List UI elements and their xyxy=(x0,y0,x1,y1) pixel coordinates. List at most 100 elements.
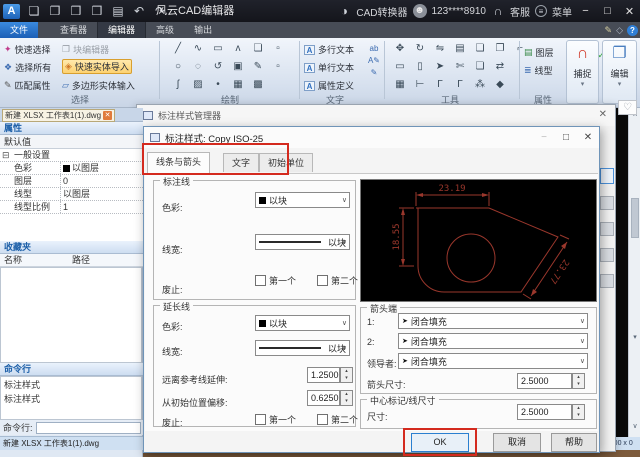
ext-suppress-first-checkbox[interactable]: 第一个 xyxy=(255,413,296,426)
arrow-size-spinner[interactable]: ▴ ▾ xyxy=(572,373,585,389)
cancel-button[interactable]: 取消 xyxy=(493,433,541,452)
ext-offset-input[interactable]: 0.6250 xyxy=(307,390,340,406)
property-row-linetype[interactable]: 线型 以图层 xyxy=(0,188,143,201)
manager-button-stub[interactable] xyxy=(600,274,614,288)
app-logo-icon[interactable]: A xyxy=(3,4,20,19)
mtext-button[interactable]: A 多行文本 xyxy=(304,43,354,56)
ext-extend-spinner[interactable]: ▴ ▾ xyxy=(340,367,353,383)
draw-tool-icon[interactable]: ▫ xyxy=(270,43,286,54)
draw-tool-icon[interactable]: ○ xyxy=(170,61,186,72)
customer-service-icon[interactable]: ∩ xyxy=(491,4,505,18)
pin-icon[interactable]: ▾ xyxy=(629,333,640,341)
tab-output[interactable]: 输出 xyxy=(184,22,222,38)
text-tool-icon[interactable]: ✎ xyxy=(366,68,382,77)
select-all-button[interactable]: ❖ 选择所有 xyxy=(4,60,51,75)
attribute-define-button[interactable]: A 属性定义 xyxy=(304,79,354,92)
tab-lines-arrows[interactable]: 线条与箭头 xyxy=(147,152,210,173)
tab-text[interactable]: 文字 xyxy=(223,153,259,172)
polygon-entity-input-button[interactable]: ▱ 多边形实体输入 xyxy=(62,78,135,93)
new-file-icon[interactable]: ❏ xyxy=(27,4,41,18)
tab-primary-units[interactable]: 初始单位 xyxy=(259,153,313,172)
ok-button[interactable]: OK xyxy=(411,433,469,452)
default-value-row[interactable]: 默认值 xyxy=(0,135,143,149)
draw-tool-icon[interactable]: ʃ xyxy=(170,79,186,90)
draw-tool-icon[interactable]: ╱ xyxy=(170,43,186,54)
spin-down-icon[interactable]: ▾ xyxy=(577,412,580,418)
spin-up-icon[interactable]: ▴ xyxy=(577,405,580,411)
tool-icon[interactable]: ✥ xyxy=(392,43,408,54)
arrow-size-input[interactable]: 2.5000 xyxy=(517,373,572,389)
favorites-col-name[interactable]: 名称 xyxy=(4,254,22,267)
customer-service-label[interactable]: 客服 xyxy=(510,4,530,19)
help-button[interactable]: 帮助 xyxy=(551,433,597,452)
tab-file[interactable]: 文件 xyxy=(0,22,38,38)
collapse-icon[interactable]: ⊟ xyxy=(2,149,10,162)
text-tool-icon[interactable]: ab xyxy=(366,44,382,53)
ext-suppress-second-checkbox[interactable]: 第二个 xyxy=(317,413,358,426)
tool-icon[interactable]: ▦ xyxy=(392,79,408,90)
dialog-title-bar[interactable]: 标注样式: Copy ISO-25 − □ ✕ xyxy=(144,127,599,148)
draw-tool-icon[interactable]: ↺ xyxy=(210,61,226,72)
favorites-list[interactable] xyxy=(0,267,142,363)
draw-tool-icon[interactable]: • xyxy=(210,79,226,90)
menu-icon[interactable]: ≡ xyxy=(535,5,547,17)
text-tool-icon[interactable]: A✎ xyxy=(366,56,382,65)
ext-offset-spinner[interactable]: ▴ ▾ xyxy=(340,390,353,406)
block-editor-button[interactable]: ❐ 块编辑器 xyxy=(62,42,109,57)
dim-suppress-first-checkbox[interactable]: 第一个 xyxy=(255,274,296,287)
snap-dropdown-icon[interactable]: ▾ xyxy=(567,80,598,88)
property-row-layer[interactable]: 图层 0 xyxy=(0,175,143,188)
edit-dropdown-icon[interactable]: ▾ xyxy=(603,80,636,88)
tab-editor[interactable]: 编辑器 xyxy=(97,22,146,38)
draw-tool-icon[interactable]: ▣ xyxy=(230,61,246,72)
draw-tool-icon[interactable]: ▭ xyxy=(210,43,226,54)
arrow-first-select[interactable]: ➤ 闭合填充 ∨ xyxy=(398,313,588,329)
match-properties-button[interactable]: ✎ 匹配属性 xyxy=(4,78,51,93)
draw-tool-icon[interactable]: ∿ xyxy=(190,43,206,54)
tool-icon[interactable]: ❏ xyxy=(472,61,488,72)
spin-up-icon[interactable]: ▴ xyxy=(577,374,580,380)
tool-icon[interactable]: ➤ xyxy=(432,61,448,72)
spin-down-icon[interactable]: ▾ xyxy=(577,381,580,387)
close-button[interactable]: ✕ xyxy=(621,5,638,18)
tool-icon[interactable]: ⇄ xyxy=(492,61,508,72)
dim-color-select[interactable]: 以块 ∨ xyxy=(255,192,350,208)
document-tab[interactable]: 新建 XLSX 工作表1(1).dwg ✕ xyxy=(2,109,115,122)
cad-converter-icon[interactable]: ◑ xyxy=(337,4,351,18)
scroll-down-arrow[interactable]: ∨ xyxy=(629,422,640,430)
user-avatar[interactable]: ☻ xyxy=(413,4,427,18)
leader-select[interactable]: ➤ 闭合填充 ∨ xyxy=(398,353,588,369)
manager-title-bar[interactable]: 标注样式管理器 ✕ xyxy=(137,105,615,126)
undo-icon[interactable]: ↶ xyxy=(132,4,146,18)
spin-down-icon[interactable]: ▾ xyxy=(345,398,348,404)
center-size-input[interactable]: 2.5000 xyxy=(517,404,572,420)
tool-icon[interactable]: ⁂ xyxy=(472,79,488,90)
menu-label[interactable]: 菜单 xyxy=(552,4,572,19)
manager-button-stub[interactable] xyxy=(600,168,614,184)
ext-extend-input[interactable]: 1.2500 xyxy=(307,367,340,383)
dim-suppress-second-checkbox[interactable]: 第二个 xyxy=(317,274,358,287)
property-row-color[interactable]: 色彩 以图层 xyxy=(0,162,143,175)
tool-icon[interactable]: ▤ xyxy=(452,43,468,54)
spin-up-icon[interactable]: ▴ xyxy=(345,391,348,397)
center-size-spinner[interactable]: ▴ ▾ xyxy=(572,404,585,420)
print-icon[interactable]: ▤ xyxy=(111,4,125,18)
tool-icon[interactable]: ❐ xyxy=(492,43,508,54)
tool-icon[interactable]: ⇋ xyxy=(432,43,448,54)
document-tab-close-icon[interactable]: ✕ xyxy=(103,111,112,120)
quick-entity-import-button[interactable]: ◈ 快速实体导入 xyxy=(62,59,132,74)
ext-weight-select[interactable]: 以块 ∨ xyxy=(255,340,350,356)
quick-style-icon[interactable]: ✎ xyxy=(605,25,613,36)
favorites-col-path[interactable]: 路径 xyxy=(72,254,90,267)
layer-button[interactable]: ▤ 图层 xyxy=(524,46,554,59)
maximize-button[interactable]: □ xyxy=(599,5,616,17)
spin-up-icon[interactable]: ▴ xyxy=(345,368,348,374)
tool-icon[interactable]: ⊢ xyxy=(412,79,428,90)
manager-button-stub[interactable] xyxy=(600,248,614,262)
command-history[interactable]: 标注样式 标注样式 xyxy=(0,376,142,420)
dialog-close-button[interactable]: ✕ xyxy=(577,127,599,148)
dialog-maximize-button[interactable]: □ xyxy=(555,127,577,148)
draw-tool-icon[interactable]: ▩ xyxy=(250,79,266,90)
tool-icon[interactable]: ◆ xyxy=(492,79,508,90)
spin-down-icon[interactable]: ▾ xyxy=(345,375,348,381)
